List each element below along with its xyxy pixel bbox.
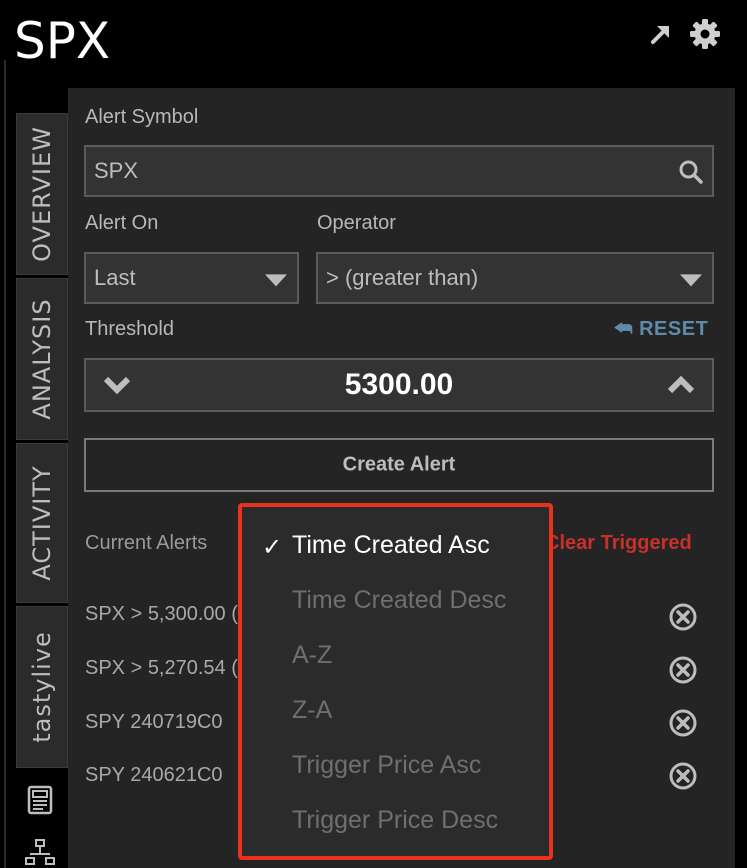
create-alert-label: Create Alert [342, 453, 456, 476]
reset-button[interactable]: ⮪ RESET [614, 318, 708, 341]
remove-alert-icon[interactable] [668, 708, 698, 738]
tab-analysis-label: ANALYSIS [28, 298, 56, 420]
create-alert-button[interactable]: Create Alert [84, 438, 714, 492]
sort-option-trigger-price-asc[interactable]: Trigger Price Asc [292, 751, 481, 780]
chevron-down-icon [265, 274, 287, 287]
page-title: SPX [14, 12, 111, 70]
tab-activity[interactable]: ACTIVITY [16, 443, 68, 603]
alert-on-value: Last [94, 265, 136, 290]
tab-overview-label: OVERVIEW [28, 126, 56, 262]
current-alerts-label: Current Alerts [85, 532, 208, 554]
clear-triggered-button[interactable]: Clear Triggered [545, 532, 692, 555]
gear-icon[interactable] [689, 18, 721, 50]
remove-alert-icon[interactable] [668, 602, 698, 632]
symbol-input[interactable]: SPX [84, 145, 714, 197]
sort-option-trigger-price-desc[interactable]: Trigger Price Desc [292, 806, 498, 835]
alert-on-select[interactable]: Last [84, 252, 299, 304]
alert-row[interactable]: SPY 240621C0 [85, 764, 223, 787]
operator-label: Operator [317, 212, 396, 234]
alert-row[interactable]: SPY 240719C0 [85, 711, 223, 734]
sort-option-time-created-asc[interactable]: Time Created Asc [292, 531, 490, 560]
increment-chevron-icon[interactable] [666, 372, 696, 398]
sort-option-a-z[interactable]: A-Z [292, 641, 332, 670]
sort-option-time-created-desc[interactable]: Time Created Desc [292, 586, 506, 615]
operator-select[interactable]: > (greater than) [316, 252, 714, 304]
alert-symbol-label: Alert Symbol [85, 106, 199, 128]
reset-label: RESET [639, 318, 709, 340]
search-icon[interactable] [678, 159, 704, 185]
alert-row[interactable]: SPX > 5,270.54 ( [85, 657, 238, 680]
tab-tastylive-label: tastylive [28, 631, 56, 743]
popout-arrow-icon[interactable] [645, 18, 677, 50]
hierarchy-icon[interactable] [24, 838, 56, 868]
undo-arrow-icon: ⮪ [614, 318, 634, 340]
alert-row[interactable]: SPX > 5,300.00 ( [85, 603, 238, 626]
threshold-value[interactable]: 5300.00 [86, 368, 712, 402]
tab-tastylive[interactable]: tastylive [16, 606, 68, 768]
tab-overview[interactable]: OVERVIEW [16, 113, 68, 275]
tab-activity-label: ACTIVITY [28, 465, 56, 581]
remove-alert-icon[interactable] [668, 761, 698, 791]
checkmark-icon: ✓ [262, 534, 283, 561]
remove-alert-icon[interactable] [668, 655, 698, 685]
document-icon[interactable] [24, 784, 56, 816]
left-edge-divider [4, 60, 6, 868]
threshold-stepper[interactable]: 5300.00 [84, 358, 714, 412]
sort-dropdown-menu[interactable]: ✓ Time Created Asc Time Created Desc A-Z… [238, 503, 553, 860]
sort-option-z-a[interactable]: Z-A [292, 696, 332, 725]
symbol-input-value: SPX [94, 158, 139, 183]
tab-analysis[interactable]: ANALYSIS [16, 278, 68, 440]
alert-on-label: Alert On [85, 212, 159, 234]
operator-value: > (greater than) [326, 265, 479, 290]
chevron-down-icon [680, 274, 702, 287]
threshold-label: Threshold [85, 318, 174, 340]
